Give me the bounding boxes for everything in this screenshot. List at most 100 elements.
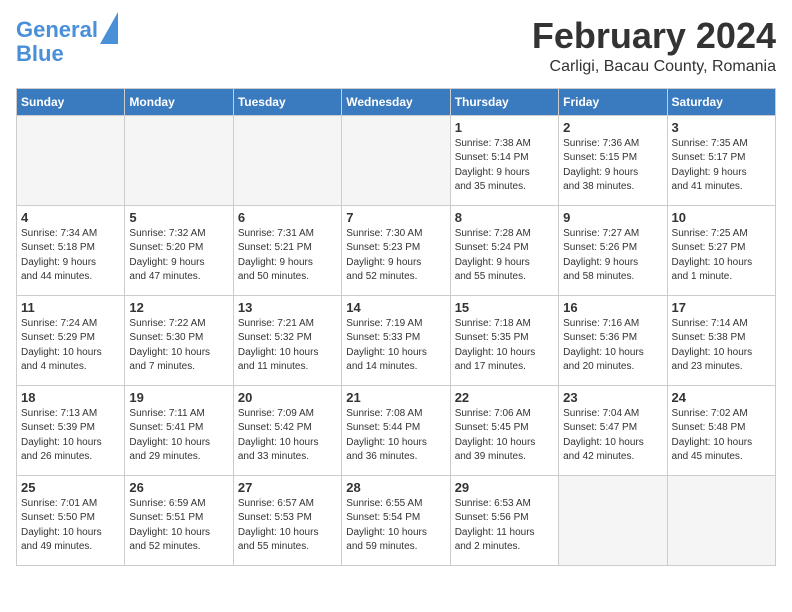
day-number: 23 xyxy=(563,390,662,405)
calendar-week-row: 1 Sunrise: 7:38 AM Sunset: 5:14 PM Daylig… xyxy=(17,115,776,205)
day-number: 11 xyxy=(21,300,120,315)
day-detail: Sunrise: 7:31 AM Sunset: 5:21 PM Dayligh… xyxy=(238,227,337,285)
logo-triangle-icon xyxy=(100,12,118,44)
calendar-cell: 2 Sunrise: 7:36 AM Sunset: 5:15 PM Daylig… xyxy=(559,115,667,205)
calendar-cell: 8 Sunrise: 7:28 AM Sunset: 5:24 PM Daylig… xyxy=(450,205,558,295)
day-detail: Sunrise: 7:09 AM Sunset: 5:42 PM Dayligh… xyxy=(238,407,337,465)
day-header-thursday: Thursday xyxy=(450,88,558,115)
calendar-cell: 24 Sunrise: 7:02 AM Sunset: 5:48 PM Dayli… xyxy=(667,385,775,475)
day-number: 15 xyxy=(455,300,554,315)
calendar-cell: 28 Sunrise: 6:55 AM Sunset: 5:54 PM Dayli… xyxy=(342,475,450,565)
day-number: 20 xyxy=(238,390,337,405)
day-number: 24 xyxy=(672,390,771,405)
calendar-week-row: 25Sunrise: 7:01 AM Sunset: 5:50 PM Dayli… xyxy=(17,475,776,565)
day-header-monday: Monday xyxy=(125,88,233,115)
day-header-tuesday: Tuesday xyxy=(233,88,341,115)
day-detail: Sunrise: 7:21 AM Sunset: 5:32 PM Dayligh… xyxy=(238,317,337,375)
day-number: 27 xyxy=(238,480,337,495)
day-number: 10 xyxy=(672,210,771,225)
calendar-cell: 10 Sunrise: 7:25 AM Sunset: 5:27 PM Dayli… xyxy=(667,205,775,295)
calendar-cell xyxy=(342,115,450,205)
page-header: General Blue February 2024 Carligi, Baca… xyxy=(16,16,776,76)
logo-text: General xyxy=(16,18,98,42)
day-header-friday: Friday xyxy=(559,88,667,115)
day-number: 22 xyxy=(455,390,554,405)
day-detail: Sunrise: 6:57 AM Sunset: 5:53 PM Dayligh… xyxy=(238,497,337,555)
day-detail: Sunrise: 7:14 AM Sunset: 5:38 PM Dayligh… xyxy=(672,317,771,375)
calendar-cell: 16Sunrise: 7:16 AM Sunset: 5:36 PM Dayli… xyxy=(559,295,667,385)
day-header-wednesday: Wednesday xyxy=(342,88,450,115)
day-number: 7 xyxy=(346,210,445,225)
day-detail: Sunrise: 7:34 AM Sunset: 5:18 PM Dayligh… xyxy=(21,227,120,285)
calendar-week-row: 18 Sunrise: 7:13 AM Sunset: 5:39 PM Dayli… xyxy=(17,385,776,475)
calendar-cell xyxy=(667,475,775,565)
day-number: 21 xyxy=(346,390,445,405)
day-number: 3 xyxy=(672,120,771,135)
calendar-cell xyxy=(559,475,667,565)
day-detail: Sunrise: 7:06 AM Sunset: 5:45 PM Dayligh… xyxy=(455,407,554,465)
day-detail: Sunrise: 7:18 AM Sunset: 5:35 PM Dayligh… xyxy=(455,317,554,375)
calendar-cell: 3 Sunrise: 7:35 AM Sunset: 5:17 PM Daylig… xyxy=(667,115,775,205)
calendar-week-row: 4 Sunrise: 7:34 AM Sunset: 5:18 PM Daylig… xyxy=(17,205,776,295)
calendar-cell: 12Sunrise: 7:22 AM Sunset: 5:30 PM Dayli… xyxy=(125,295,233,385)
day-detail: Sunrise: 7:28 AM Sunset: 5:24 PM Dayligh… xyxy=(455,227,554,285)
day-header-sunday: Sunday xyxy=(17,88,125,115)
day-detail: Sunrise: 7:08 AM Sunset: 5:44 PM Dayligh… xyxy=(346,407,445,465)
calendar-cell: 26 Sunrise: 6:59 AM Sunset: 5:51 PM Dayli… xyxy=(125,475,233,565)
calendar-cell: 6 Sunrise: 7:31 AM Sunset: 5:21 PM Daylig… xyxy=(233,205,341,295)
title-area: February 2024 Carligi, Bacau County, Rom… xyxy=(532,16,776,76)
day-number: 9 xyxy=(563,210,662,225)
day-detail: Sunrise: 6:59 AM Sunset: 5:51 PM Dayligh… xyxy=(129,497,228,555)
day-number: 2 xyxy=(563,120,662,135)
day-number: 6 xyxy=(238,210,337,225)
day-detail: Sunrise: 7:36 AM Sunset: 5:15 PM Dayligh… xyxy=(563,137,662,195)
day-number: 16 xyxy=(563,300,662,315)
calendar-cell: 7 Sunrise: 7:30 AM Sunset: 5:23 PM Daylig… xyxy=(342,205,450,295)
day-number: 4 xyxy=(21,210,120,225)
day-number: 17 xyxy=(672,300,771,315)
day-number: 13 xyxy=(238,300,337,315)
day-number: 25 xyxy=(21,480,120,495)
calendar-cell: 9Sunrise: 7:27 AM Sunset: 5:26 PM Daylig… xyxy=(559,205,667,295)
calendar-cell: 29 Sunrise: 6:53 AM Sunset: 5:56 PM Dayli… xyxy=(450,475,558,565)
day-detail: Sunrise: 7:30 AM Sunset: 5:23 PM Dayligh… xyxy=(346,227,445,285)
day-detail: Sunrise: 7:04 AM Sunset: 5:47 PM Dayligh… xyxy=(563,407,662,465)
day-detail: Sunrise: 7:25 AM Sunset: 5:27 PM Dayligh… xyxy=(672,227,771,285)
calendar-cell xyxy=(233,115,341,205)
calendar-cell: 27 Sunrise: 6:57 AM Sunset: 5:53 PM Dayli… xyxy=(233,475,341,565)
calendar-cell: 25Sunrise: 7:01 AM Sunset: 5:50 PM Dayli… xyxy=(17,475,125,565)
day-detail: Sunrise: 7:24 AM Sunset: 5:29 PM Dayligh… xyxy=(21,317,120,375)
day-number: 1 xyxy=(455,120,554,135)
day-detail: Sunrise: 7:22 AM Sunset: 5:30 PM Dayligh… xyxy=(129,317,228,375)
day-detail: Sunrise: 6:55 AM Sunset: 5:54 PM Dayligh… xyxy=(346,497,445,555)
calendar-cell: 1 Sunrise: 7:38 AM Sunset: 5:14 PM Daylig… xyxy=(450,115,558,205)
day-detail: Sunrise: 7:11 AM Sunset: 5:41 PM Dayligh… xyxy=(129,407,228,465)
calendar-cell: 5Sunrise: 7:32 AM Sunset: 5:20 PM Daylig… xyxy=(125,205,233,295)
day-detail: Sunrise: 7:13 AM Sunset: 5:39 PM Dayligh… xyxy=(21,407,120,465)
day-number: 8 xyxy=(455,210,554,225)
calendar-cell: 21 Sunrise: 7:08 AM Sunset: 5:44 PM Dayli… xyxy=(342,385,450,475)
day-number: 29 xyxy=(455,480,554,495)
day-detail: Sunrise: 7:32 AM Sunset: 5:20 PM Dayligh… xyxy=(129,227,228,285)
day-detail: Sunrise: 7:38 AM Sunset: 5:14 PM Dayligh… xyxy=(455,137,554,195)
day-number: 26 xyxy=(129,480,228,495)
calendar-cell: 4 Sunrise: 7:34 AM Sunset: 5:18 PM Daylig… xyxy=(17,205,125,295)
day-detail: Sunrise: 7:19 AM Sunset: 5:33 PM Dayligh… xyxy=(346,317,445,375)
subtitle: Carligi, Bacau County, Romania xyxy=(532,58,776,76)
day-number: 28 xyxy=(346,480,445,495)
logo-blue-text: Blue xyxy=(16,42,64,66)
calendar-cell xyxy=(17,115,125,205)
day-detail: Sunrise: 6:53 AM Sunset: 5:56 PM Dayligh… xyxy=(455,497,554,555)
calendar-cell: 11 Sunrise: 7:24 AM Sunset: 5:29 PM Dayli… xyxy=(17,295,125,385)
day-number: 18 xyxy=(21,390,120,405)
day-detail: Sunrise: 7:35 AM Sunset: 5:17 PM Dayligh… xyxy=(672,137,771,195)
calendar-cell: 13 Sunrise: 7:21 AM Sunset: 5:32 PM Dayli… xyxy=(233,295,341,385)
day-detail: Sunrise: 7:02 AM Sunset: 5:48 PM Dayligh… xyxy=(672,407,771,465)
calendar-cell: 23 Sunrise: 7:04 AM Sunset: 5:47 PM Dayli… xyxy=(559,385,667,475)
calendar-cell: 19Sunrise: 7:11 AM Sunset: 5:41 PM Dayli… xyxy=(125,385,233,475)
calendar-cell: 15 Sunrise: 7:18 AM Sunset: 5:35 PM Dayli… xyxy=(450,295,558,385)
calendar-cell: 20 Sunrise: 7:09 AM Sunset: 5:42 PM Dayli… xyxy=(233,385,341,475)
day-number: 14 xyxy=(346,300,445,315)
logo: General Blue xyxy=(16,16,118,66)
calendar-table: SundayMondayTuesdayWednesdayThursdayFrid… xyxy=(16,88,776,566)
